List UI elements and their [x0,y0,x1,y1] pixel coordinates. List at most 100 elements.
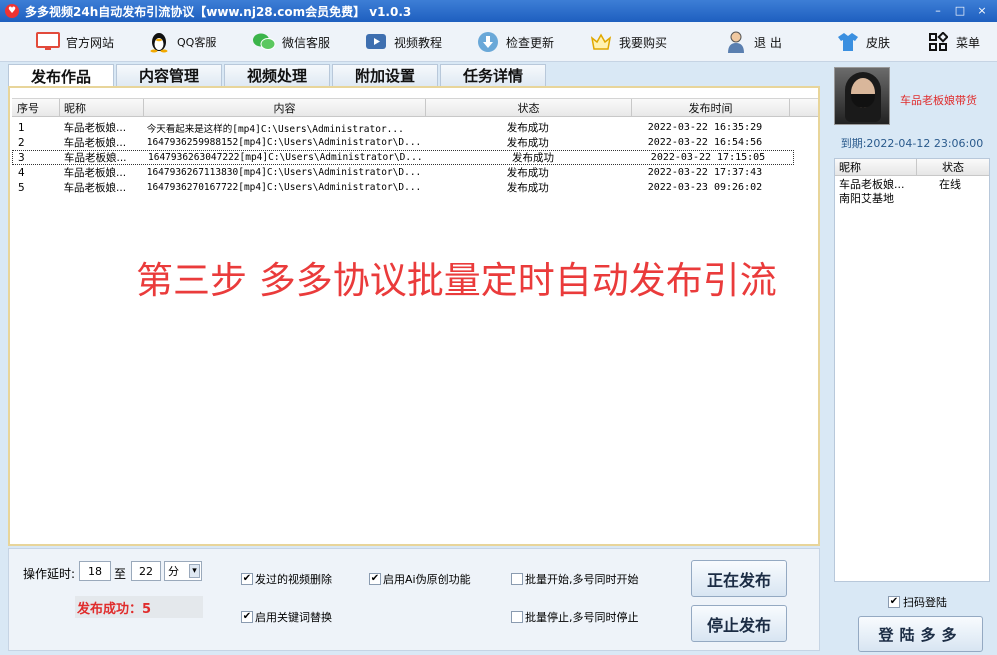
col-header-status[interactable]: 状态 [426,99,632,116]
account-name: 南阳艾基地 [839,192,894,205]
tab-publish[interactable]: 发布作品 [8,64,114,87]
cell-content: 今天看起来是这样的[mp4]C:\Users\Administrator... [146,123,404,135]
publish-settings-panel: 操作延时: 18 至 22 分 ▾ 发布成功：5 ✔ 发过的视频删除 ✔ 启用A… [8,548,820,651]
chevron-down-icon[interactable]: ▾ [189,564,200,578]
checkbox-ai-rewrite[interactable]: ✔ 启用Ai伪原创功能 [369,571,471,587]
cell-content: 1647936259988152[mp4]C:\Users\Administra… [146,137,422,148]
checkbox-box[interactable] [511,573,523,585]
cell-index: 5 [18,181,25,194]
checkbox-scan-login[interactable]: ✔ 扫码登陆 [888,594,947,610]
tab-content-management[interactable]: 内容管理 [116,64,222,86]
toolbar-video-tutorial-button[interactable]: 视频教程 [364,30,442,54]
checkbox-box[interactable]: ✔ [369,573,381,585]
login-duoduo-button[interactable]: 登陆多多 [858,616,983,652]
stop-publish-button[interactable]: 停止发布 [691,605,787,642]
shirt-icon [836,31,860,53]
table-row[interactable]: 1 车品老板娘... 今天看起来是这样的[mp4]C:\Users\Admini… [12,120,794,135]
col-header-nickname[interactable]: 昵称 [835,159,917,175]
publish-success-count: 发布成功：5 [75,596,203,618]
toolbar-qq-service-button[interactable]: QQ客服 [147,30,216,54]
checkbox-box[interactable]: ✔ [241,611,253,623]
monitor-icon [36,31,60,53]
tab-video-processing[interactable]: 视频处理 [224,64,330,86]
checkbox-delete-published[interactable]: ✔ 发过的视频删除 [241,571,332,587]
checkbox-box[interactable] [511,611,523,623]
account-side-panel: 车品老板娘带货 到期:2022-04-12 23:06:00 昵称 状态 车品老… [828,64,993,652]
cell-publish-time: 2022-03-23 09:26:02 [647,182,763,193]
maximize-button[interactable]: □ [951,2,969,18]
qq-penguin-icon [147,31,171,53]
avatar [834,67,890,125]
checkbox-label: 批量停止,多号同时停止 [525,611,639,624]
toolbar-buy-button[interactable]: 我要购买 [589,30,667,54]
toolbar-exit-button[interactable]: 退 出 [724,30,782,54]
window-title: 多多视频24h自动发布引流协议【www.nj28.com会员免费】 v1.0.3 [25,4,412,19]
toolbar-label: 皮肤 [866,35,891,50]
account-list-header: 昵称 状态 [835,159,989,176]
checkbox-batch-stop[interactable]: 批量停止,多号同时停止 [511,609,639,625]
cell-index: 2 [18,136,25,149]
cell-status: 发布成功 [506,182,549,194]
checkbox-label: 启用关键词替换 [255,611,332,624]
grid-menu-icon [926,31,950,53]
toolbar-label: 微信客服 [282,35,331,50]
tab-task-details[interactable]: 任务详情 [440,64,546,86]
cell-status: 发布成功 [506,122,549,134]
cell-nickname: 车品老板娘... [63,182,127,194]
crown-icon [589,31,613,53]
col-header-nickname[interactable]: 昵称 [60,99,144,116]
cell-publish-time: 2022-03-22 17:37:43 [647,167,763,178]
delay-to-input[interactable]: 22 [131,561,161,581]
expire-date: 到期:2022-04-12 23:06:00 [840,137,984,150]
grid-header: 序号 昵称 内容 状态 发布时间 [12,98,818,117]
table-row[interactable]: 2 车品老板娘... 1647936259988152[mp4]C:\Users… [12,135,794,150]
cell-status: 发布成功 [506,137,549,149]
table-row[interactable]: 5 车品老板娘... 1647936270167722[mp4]C:\Users… [12,180,794,195]
tab-extra-settings[interactable]: 附加设置 [332,64,438,86]
table-row[interactable]: 4 车品老板娘... 1647936267113830[mp4]C:\Users… [12,165,794,180]
toolbar-official-site-button[interactable]: 官方网站 [36,30,114,54]
close-button[interactable]: × [973,2,991,18]
cell-publish-time: 2022-03-22 16:54:56 [647,137,763,148]
cell-nickname: 车品老板娘... [64,152,127,164]
title-bar: ♥ 多多视频24h自动发布引流协议【www.nj28.com会员免费】 v1.0… [0,0,997,22]
window-controls: – □ × [929,2,991,18]
video-play-icon [364,31,388,53]
account-status [933,190,989,204]
cell-index: 3 [18,151,25,164]
minimize-button[interactable]: – [929,2,947,18]
checkbox-box[interactable]: ✔ [888,596,900,608]
main-tabs: 发布作品 内容管理 视频处理 附加设置 任务详情 [8,64,548,87]
toolbar-wechat-service-button[interactable]: 微信客服 [252,30,330,54]
account-name: 车品老板娘... [839,178,905,191]
unit-select[interactable]: 分 ▾ [164,561,202,581]
checkbox-batch-start[interactable]: 批量开始,多号同时开始 [511,571,639,587]
table-row-selected[interactable]: 3 车品老板娘... 1647936263047222[mp4]C:\Users… [12,150,794,165]
toolbar-label: 我要购买 [619,35,668,50]
toolbar-skin-button[interactable]: 皮肤 [836,30,890,54]
cell-publish-time: 2022-03-22 16:35:29 [647,122,763,133]
col-header-publish-time[interactable]: 发布时间 [632,99,790,116]
publishing-button[interactable]: 正在发布 [691,560,787,597]
col-header-content[interactable]: 内容 [144,99,426,116]
cell-publish-time: 2022-03-22 17:15:05 [650,152,766,163]
publish-list-panel: 序号 昵称 内容 状态 发布时间 1 车品老板娘... 今天看起来是这样的[mp… [8,86,820,546]
col-header-index[interactable]: 序号 [12,99,60,116]
delay-from-input[interactable]: 18 [79,561,111,581]
list-item[interactable]: 南阳艾基地 [835,190,989,205]
cell-index: 4 [18,166,25,179]
list-item[interactable]: 车品老板娘... 在线 [835,176,989,191]
toolbar-check-update-button[interactable]: 检查更新 [476,30,554,54]
toolbar-label: 菜单 [956,35,981,50]
checkbox-keyword-replace[interactable]: ✔ 启用关键词替换 [241,609,332,625]
toolbar-label: 退 出 [754,35,782,50]
cell-status: 发布成功 [512,152,554,164]
toolbar-menu-button[interactable]: 菜单 [926,30,980,54]
cell-nickname: 车品老板娘... [63,122,127,134]
checkbox-box[interactable]: ✔ [241,573,253,585]
checkbox-label: 发过的视频删除 [255,573,332,586]
cell-nickname: 车品老板娘... [63,167,127,179]
col-header-status[interactable]: 状态 [917,159,989,175]
cell-content: 1647936270167722[mp4]C:\Users\Administra… [146,182,422,193]
toolbar-label: 官方网站 [66,35,115,50]
